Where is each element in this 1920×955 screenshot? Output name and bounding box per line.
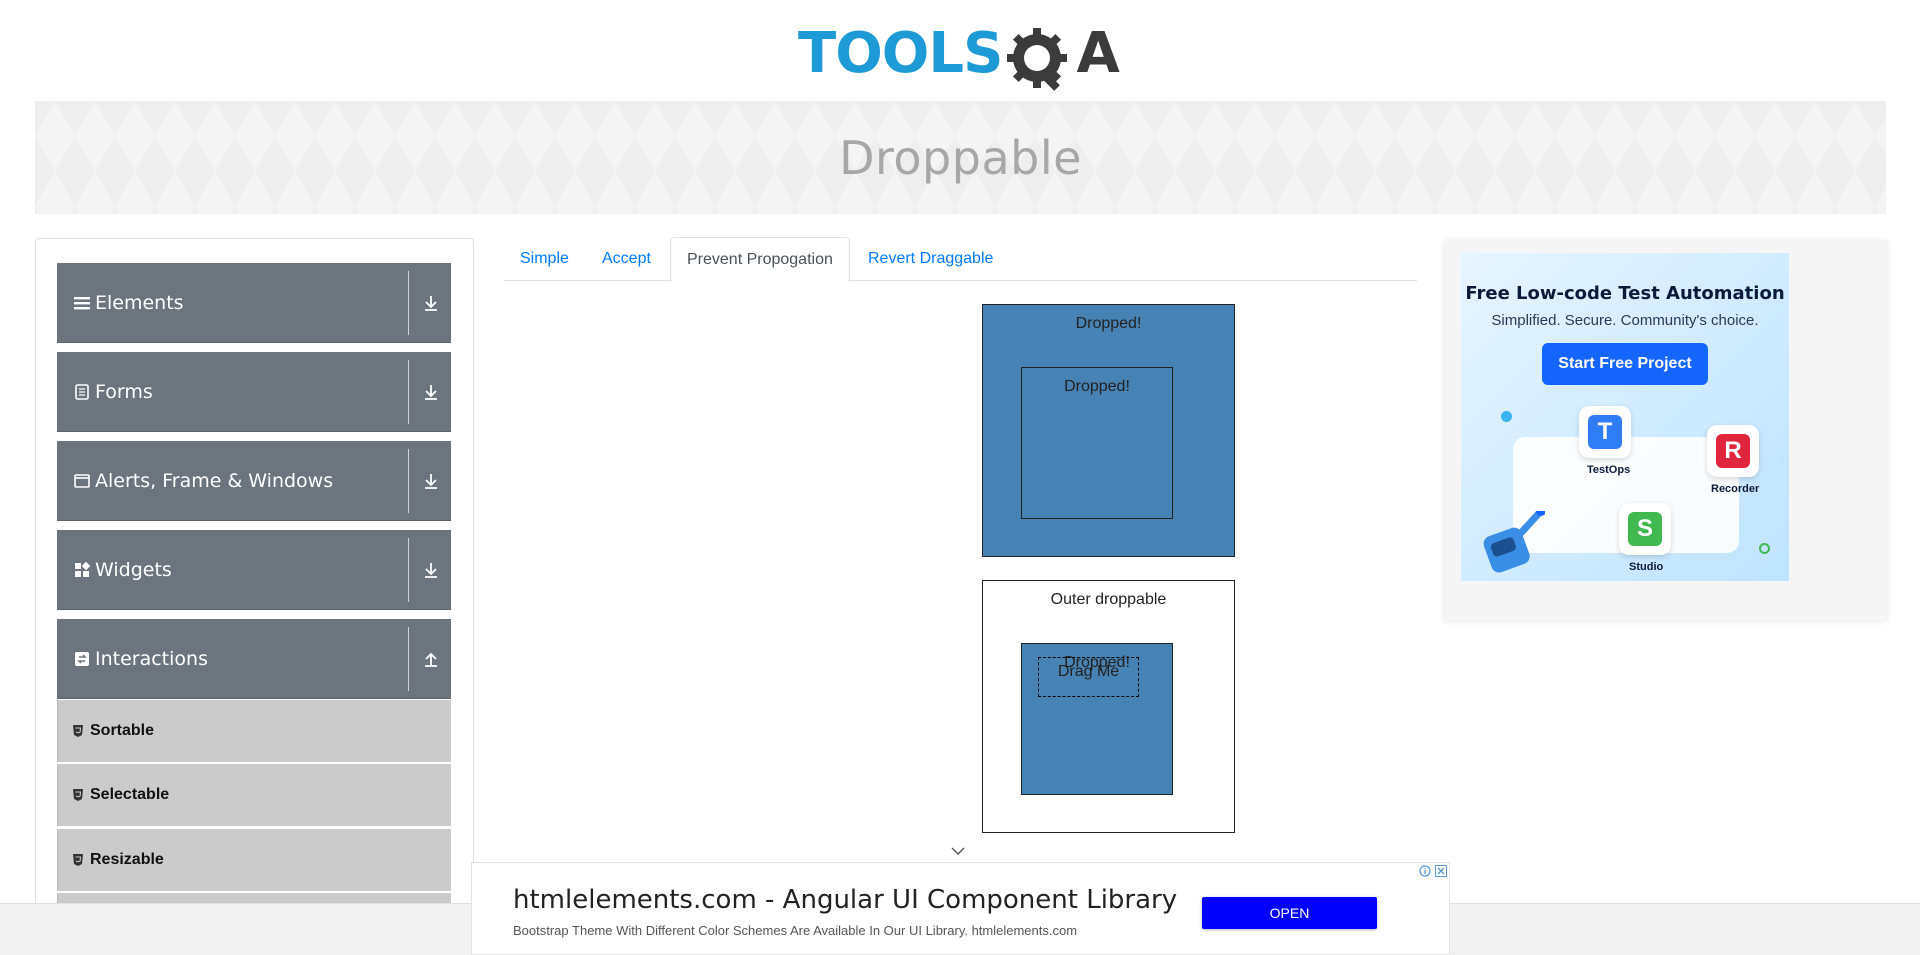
sidebar-group-forms[interactable]: Forms [57, 352, 451, 432]
ad-card-caption: TestOps [1587, 464, 1631, 476]
divider [408, 538, 409, 602]
page: TOOLS A Droppable Elements Forms Alerts,… [0, 0, 1920, 955]
toolsqa-logo[interactable]: TOOLS A [798, 16, 1124, 92]
tab-prevent-propogation[interactable]: Prevent Propogation [670, 237, 850, 282]
page-title: Droppable [839, 130, 1082, 185]
ad-headline[interactable]: htmlelements.com - Angular UI Component … [513, 885, 1177, 915]
download-arrow-icon[interactable] [419, 380, 443, 404]
widgets-icon [73, 561, 91, 579]
outer-droppable[interactable]: Outer droppable Dropped! Drag Me [982, 580, 1235, 833]
sidebar-item-sortable[interactable]: Sortable [57, 700, 451, 762]
upload-arrow-icon[interactable] [419, 647, 443, 671]
gear-magnifier-icon [1004, 25, 1074, 95]
sidebar-item-label: Selectable [90, 786, 170, 803]
form-icon [73, 383, 91, 401]
ad-card-caption: Recorder [1711, 483, 1760, 495]
open-button[interactable]: OPEN [1202, 897, 1377, 929]
info-icon[interactable] [1417, 863, 1433, 879]
sidebar-item-selectable[interactable]: Selectable [57, 764, 451, 826]
hamburger-icon [73, 294, 91, 312]
studio-card: S [1619, 503, 1671, 555]
ad-choices[interactable] [1417, 863, 1449, 879]
tab-bar: Simple Accept Prevent Propogation Revert… [504, 237, 1417, 282]
tab-revert-draggable[interactable]: Revert Draggable [852, 237, 1009, 281]
sidebar-item-resizable[interactable]: Resizable [57, 829, 451, 891]
sidebar-group-interactions[interactable]: Interactions [57, 619, 451, 699]
tab-accept[interactable]: Accept [586, 237, 667, 281]
sidebar-group-label: Forms [95, 380, 153, 403]
greedy-outer-droppable[interactable]: Dropped! Dropped! [982, 304, 1235, 557]
bottom-advertisement[interactable]: htmlelements.com - Angular UI Component … [471, 862, 1450, 955]
sidebar-item-label: Resizable [90, 851, 164, 868]
sidebar-group-elements[interactable]: Elements [57, 263, 451, 343]
html5-icon [72, 853, 84, 867]
download-arrow-icon[interactable] [419, 469, 443, 493]
sidebar-group-label: Alerts, Frame & Windows [95, 469, 334, 492]
sidebar-item-label: Sortable [90, 722, 155, 739]
recorder-logo-icon: R [1716, 434, 1750, 468]
divider [408, 449, 409, 513]
droppable-label: Dropped! [1064, 378, 1130, 395]
inner-droppable[interactable]: Dropped! Drag Me [1021, 643, 1173, 795]
sidebar-group-label: Interactions [95, 647, 208, 670]
robot-arm-icon [1479, 506, 1546, 581]
close-icon[interactable] [1433, 863, 1449, 879]
logo-tools-text: TOOLS [798, 21, 1003, 86]
ad-creative[interactable]: Free Low-code Test Automation Simplified… [1461, 253, 1789, 581]
studio-logo-icon: S [1628, 512, 1662, 546]
droppable-label: Outer droppable [1050, 591, 1167, 608]
sidebar: Elements Forms Alerts, Frame & Windows W… [35, 238, 474, 955]
window-icon [73, 472, 91, 490]
download-arrow-icon[interactable] [419, 291, 443, 315]
start-free-project-button[interactable]: Start Free Project [1542, 343, 1708, 385]
tab-simple[interactable]: Simple [504, 237, 585, 281]
divider [408, 360, 409, 424]
sidebar-group-alerts-frame-windows[interactable]: Alerts, Frame & Windows [57, 441, 451, 521]
testops-logo-icon: T [1588, 415, 1622, 449]
ad-card-caption: Studio [1629, 561, 1664, 573]
divider [408, 627, 409, 691]
download-arrow-icon[interactable] [419, 558, 443, 582]
chevron-down-icon[interactable] [950, 844, 966, 856]
ad-dot [1759, 543, 1770, 554]
greedy-inner-droppable[interactable]: Dropped! [1021, 367, 1173, 519]
html5-icon [72, 788, 84, 802]
droppable-label: Dropped! [1075, 315, 1142, 332]
html5-icon [72, 724, 84, 738]
logo-a-text: A [1076, 21, 1119, 86]
ad-subtitle: Simplified. Secure. Community's choice. [1491, 312, 1759, 329]
ad-title: Free Low-code Test Automation [1465, 283, 1785, 304]
recorder-card: R [1707, 425, 1759, 477]
sidebar-group-widgets[interactable]: Widgets [57, 530, 451, 610]
right-advertisement[interactable]: Free Low-code Test Automation Simplified… [1445, 241, 1887, 621]
testops-card: T [1579, 406, 1631, 458]
divider [408, 271, 409, 335]
page-banner: Droppable [35, 101, 1886, 214]
drag-me-box[interactable]: Drag Me [1038, 657, 1139, 697]
ad-dot [1501, 411, 1512, 422]
sidebar-group-label: Widgets [95, 558, 172, 581]
interactions-icon [73, 650, 91, 668]
sidebar-group-label: Elements [95, 291, 184, 314]
ad-description: Bootstrap Theme With Different Color Sch… [513, 923, 1078, 938]
